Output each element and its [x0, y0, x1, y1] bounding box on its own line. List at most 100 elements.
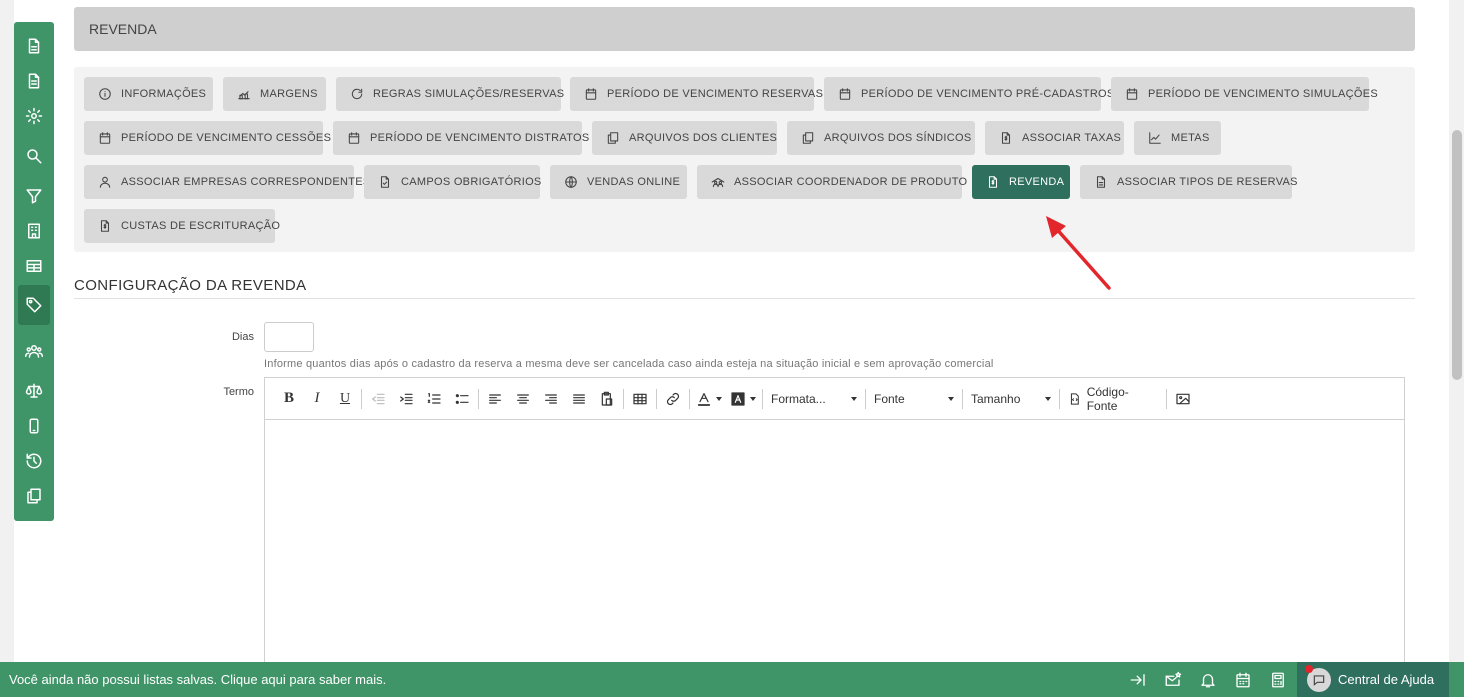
numbered-list-button[interactable] [420, 386, 448, 412]
sidebar-copy-icon[interactable] [18, 480, 50, 512]
page-title: REVENDA [89, 21, 157, 37]
sidebar-filter-icon[interactable] [18, 180, 50, 212]
tab-label: PERÍODO DE VENCIMENTO PRÉ-CADASTROS [861, 88, 1115, 100]
sidebar-table-icon[interactable] [18, 250, 50, 282]
table-button[interactable] [626, 386, 654, 412]
indent-button[interactable] [392, 386, 420, 412]
tab-metas[interactable]: METAS [1134, 121, 1221, 155]
tab-label: VENDAS ONLINE [587, 176, 681, 188]
toolbar-separator [623, 388, 624, 409]
sidebar-gear-icon[interactable] [18, 100, 50, 132]
link-button[interactable] [659, 386, 687, 412]
tab-vencimento-reservas[interactable]: PERÍODO DE VENCIMENTO RESERVAS [570, 77, 823, 111]
editor-content-area[interactable] [265, 420, 1404, 666]
tab-label: METAS [1171, 132, 1210, 144]
sidebar-people-icon[interactable] [18, 335, 50, 367]
toolbar-separator [962, 388, 963, 409]
tab-label: ARQUIVOS DOS SÍNDICOS [824, 132, 972, 144]
help-center-button[interactable]: Central de Ajuda [1297, 662, 1449, 697]
tab-vencimento-distratos[interactable]: PERÍODO DE VENCIMENTO DISTRATOS [333, 121, 589, 155]
outdent-button[interactable] [364, 386, 392, 412]
collapse-icon[interactable] [1128, 670, 1148, 690]
scrollbar-thumb[interactable] [1452, 130, 1462, 380]
tab-informacoes[interactable]: INFORMAÇÕES [84, 77, 213, 111]
tab-label: ASSOCIAR COORDENADOR DE PRODUTO [734, 176, 968, 188]
sidebar-building-icon[interactable] [18, 215, 50, 247]
tab-vencimento-simulacoes[interactable]: PERÍODO DE VENCIMENTO SIMULAÇÕES [1111, 77, 1378, 111]
table-icon [633, 393, 647, 404]
align-center-icon [517, 393, 529, 404]
font-dropdown[interactable]: Fonte [868, 386, 960, 412]
calendar-icon [348, 132, 360, 144]
tab-vencimento-cessoes[interactable]: PERÍODO DE VENCIMENTO CESSÕES [84, 121, 331, 155]
tab-label: PERÍODO DE VENCIMENTO DISTRATOS [370, 132, 590, 144]
page-header: REVENDA [74, 7, 1415, 51]
sidebar-phone-icon[interactable] [18, 410, 50, 442]
outdent-icon [372, 393, 385, 404]
saved-lists-message[interactable]: Você ainda não possui listas salvas. Cli… [9, 672, 386, 687]
tab-label: INFORMAÇÕES [121, 88, 207, 100]
bell-icon[interactable] [1198, 670, 1218, 690]
term-label: Termo [223, 386, 254, 398]
days-hint: Informe quantos dias após o cadastro da … [264, 358, 994, 370]
tab-margens[interactable]: MARGENS [223, 77, 326, 111]
source-code-button[interactable]: Código-Fonte [1062, 385, 1164, 413]
source-code-icon [1070, 392, 1079, 405]
background-color-button[interactable] [726, 386, 760, 412]
sidebar-history-icon[interactable] [18, 445, 50, 477]
image-button[interactable] [1169, 386, 1197, 412]
calendar-icon [1126, 88, 1138, 100]
tab-associar-taxas[interactable]: ASSOCIAR TAXAS [985, 121, 1124, 155]
font-label: Fonte [874, 391, 905, 406]
italic-button[interactable]: I [303, 386, 331, 412]
align-right-button[interactable] [537, 386, 565, 412]
align-right-icon [545, 393, 557, 404]
help-center-label: Central de Ajuda [1338, 672, 1435, 687]
tab-campos-obrigatorios[interactable]: CAMPOS OBRIGATÓRIOS [364, 165, 541, 199]
paste-button[interactable] [593, 386, 621, 412]
toolbar-separator [656, 388, 657, 409]
tab-associar-coordenador[interactable]: ASSOCIAR COORDENADOR DE PRODUTO [697, 165, 967, 199]
numbered-list-icon [427, 392, 441, 404]
sidebar-doc-icon[interactable] [18, 30, 50, 62]
tab-arquivos-clientes[interactable]: ARQUIVOS DOS CLIENTES [592, 121, 777, 155]
tab-regras[interactable]: REGRAS SIMULAÇÕES/RESERVAS [336, 77, 564, 111]
tab-revenda[interactable]: REVENDA [972, 165, 1070, 199]
toolbar-separator [762, 388, 763, 409]
toolbar-separator [865, 388, 866, 409]
tab-associar-empresas[interactable]: ASSOCIAR EMPRESAS CORRESPONDENTES [84, 165, 370, 199]
format-dropdown[interactable]: Formata... [765, 386, 863, 412]
left-gutter [0, 0, 14, 662]
justify-icon [573, 393, 585, 404]
tab-vendas-online[interactable]: VENDAS ONLINE [550, 165, 687, 199]
calendar-icon[interactable] [1233, 670, 1253, 690]
sidebar-scale-icon[interactable] [18, 375, 50, 407]
section-divider [74, 298, 1415, 299]
sidebar-doc-icon[interactable] [18, 65, 50, 97]
tab-arquivos-sindicos[interactable]: ARQUIVOS DOS SÍNDICOS [787, 121, 975, 155]
tab-label: PERÍODO DE VENCIMENTO CESSÕES [121, 132, 332, 144]
underline-button[interactable]: U [331, 386, 359, 412]
toolbar-separator [689, 388, 690, 409]
days-input[interactable] [264, 322, 314, 352]
bold-button[interactable]: B [275, 386, 303, 412]
tab-associar-tipos-reservas[interactable]: ASSOCIAR TIPOS DE RESERVAS [1080, 165, 1298, 199]
section-title: CONFIGURAÇÃO DA REVENDA [74, 277, 307, 294]
calculator-icon[interactable] [1268, 670, 1288, 690]
justify-button[interactable] [565, 386, 593, 412]
size-dropdown[interactable]: Tamanho [965, 386, 1057, 412]
bullet-list-button[interactable] [448, 386, 476, 412]
tab-custas-escrituracao[interactable]: CUSTAS DE ESCRITURAÇÃO [84, 209, 280, 243]
sidebar-tag-icon[interactable] [18, 285, 50, 325]
sidebar-search-icon[interactable] [18, 140, 50, 172]
align-left-button[interactable] [481, 386, 509, 412]
doc-dollar-icon [100, 220, 110, 232]
align-center-button[interactable] [509, 386, 537, 412]
tab-vencimento-precadastros[interactable]: PERÍODO DE VENCIMENTO PRÉ-CADASTROS [824, 77, 1114, 111]
refresh-icon [351, 88, 363, 100]
text-color-icon [697, 392, 711, 406]
image-icon [1176, 393, 1190, 404]
mail-star-icon[interactable] [1163, 670, 1183, 690]
doc-icon [1096, 176, 1106, 188]
text-color-button[interactable] [692, 386, 726, 412]
